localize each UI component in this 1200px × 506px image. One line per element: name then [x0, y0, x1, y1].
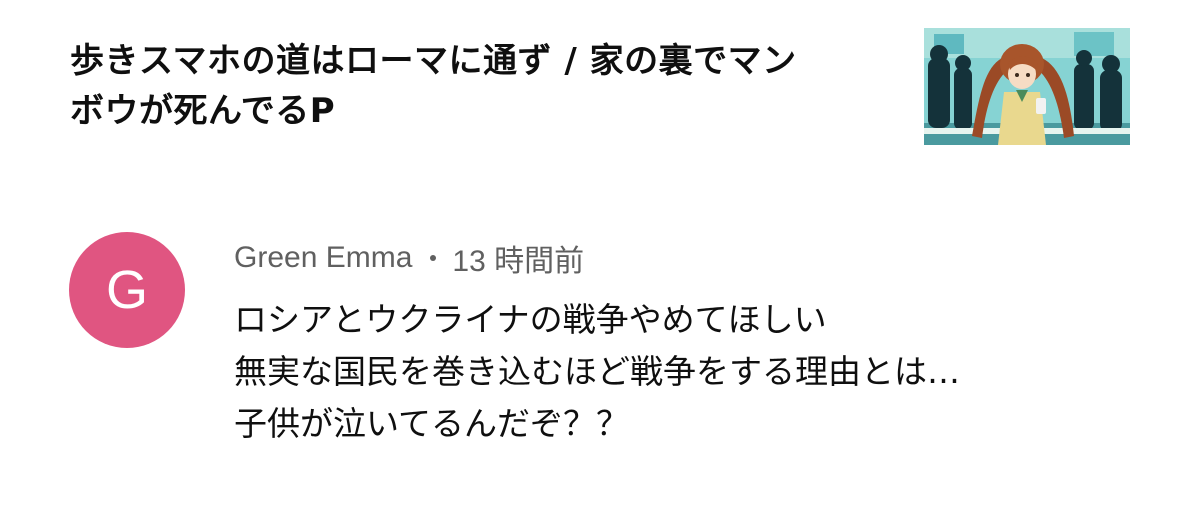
video-thumbnail[interactable] — [924, 28, 1130, 145]
comment-meta: Green Emma 13 時間前 — [234, 238, 584, 278]
comment-timestamp[interactable]: 13 時間前 — [452, 236, 584, 280]
comment-line-1: ロシアとウクライナの戦争やめてほしい — [234, 300, 827, 339]
avatar-letter: G — [105, 260, 148, 320]
comment-author[interactable]: Green Emma — [234, 241, 412, 275]
comment-line-3: 子供が泣いてるんだぞ？？ — [234, 404, 630, 443]
comment-notification-page: 歩きスマホの道はローマに通ず / 家の裏でマン ボウが死んでるP G Green… — [0, 0, 1200, 506]
comment: G Green Emma 13 時間前 ロシアとウクライナの戦争やめてほしい 無… — [0, 220, 1200, 480]
anime-girl-thumbnail-image — [924, 28, 1130, 145]
video-title-line-1: 歩きスマホの道はローマに通ず / 家の裏でマン — [70, 41, 797, 81]
comment-line-2: 無実な国民を巻き込むほど戦争をする理由とは… — [234, 352, 960, 391]
video-title-line-2: ボウが死んでるP — [70, 91, 336, 131]
comment-text: ロシアとウクライナの戦争やめてほしい 無実な国民を巻き込むほど戦争をする理由とは… — [234, 294, 1134, 450]
meta-separator-dot — [430, 255, 437, 261]
video-title[interactable]: 歩きスマホの道はローマに通ず / 家の裏でマン ボウが死んでるP — [70, 36, 890, 136]
avatar[interactable]: G — [69, 232, 185, 348]
video-header[interactable]: 歩きスマホの道はローマに通ず / 家の裏でマン ボウが死んでるP — [0, 0, 1200, 170]
